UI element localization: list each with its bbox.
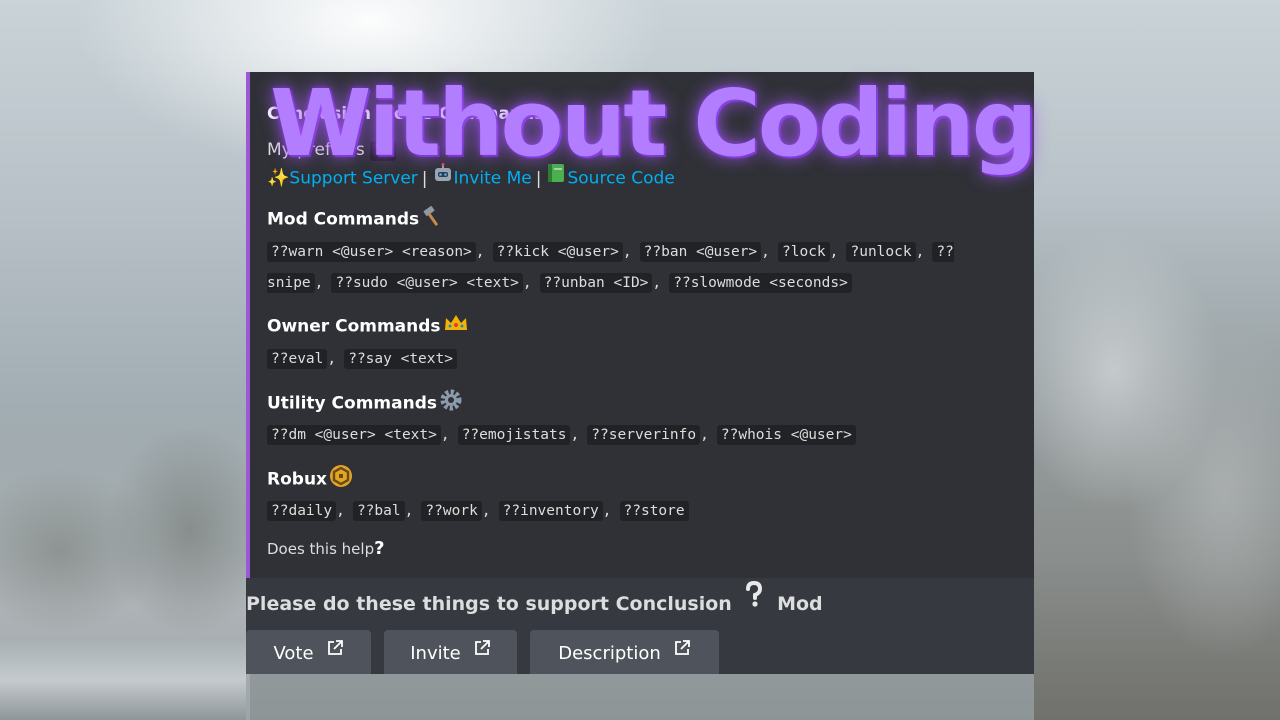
external-link-icon bbox=[473, 628, 491, 676]
support-message: Please do these things to support Conclu… bbox=[246, 578, 1034, 630]
command-code: ??inventory bbox=[498, 501, 603, 521]
command-code: ??sudo <@user> <text> bbox=[331, 273, 523, 293]
crown-icon bbox=[443, 312, 469, 341]
button-row: Vote Invite Description bbox=[246, 630, 1034, 674]
support-text-suffix: Mod bbox=[777, 593, 823, 615]
footer-text: Does this help bbox=[267, 540, 375, 558]
mod-commands-list: ??warn <@user> <reason>, ??kick <@user>,… bbox=[267, 242, 954, 293]
command-code: ?lock bbox=[778, 242, 830, 262]
external-link-icon bbox=[326, 628, 344, 676]
command-code: ??kick <@user> bbox=[492, 242, 623, 262]
hammer-icon bbox=[421, 205, 445, 234]
utility-commands-list: ??dm <@user> <text>, ??emojistats, ??ser… bbox=[267, 419, 1007, 450]
robux-title: Robux bbox=[267, 469, 328, 490]
vote-button-label: Vote bbox=[273, 643, 314, 664]
vote-button[interactable]: Vote bbox=[246, 630, 371, 674]
description-button-label: Description bbox=[558, 643, 661, 664]
invite-button-label: Invite bbox=[410, 643, 461, 664]
owner-commands-title: Owner Commands bbox=[267, 316, 441, 337]
command-code: ??warn <@user> <reason> bbox=[267, 242, 476, 262]
owner-commands-list: ??eval, ??say <text> bbox=[267, 343, 1007, 374]
command-code: ??unban <ID> bbox=[539, 273, 653, 293]
mod-commands-title: Mod Commands bbox=[267, 209, 420, 230]
robux-heading: Robux bbox=[267, 464, 1017, 490]
command-code: ??eval bbox=[267, 349, 328, 369]
command-code: ??dm <@user> <text> bbox=[267, 425, 441, 445]
embed-footer: Does this help? bbox=[267, 538, 1017, 560]
command-code: ??daily bbox=[267, 501, 337, 521]
gear-icon bbox=[439, 388, 463, 419]
question-mark-icon: ? bbox=[374, 538, 385, 559]
utility-commands-heading: Utility Commands bbox=[267, 388, 1017, 414]
command-code: ??bal bbox=[352, 501, 405, 521]
background-water bbox=[0, 640, 246, 720]
command-code: ??whois <@user> bbox=[716, 425, 856, 445]
mod-commands-heading: Mod Commands bbox=[267, 205, 1017, 230]
robux-commands-list: ??daily, ??bal, ??work, ??inventory, ??s… bbox=[267, 495, 1007, 526]
command-code: ??emojistats bbox=[457, 425, 571, 445]
invite-button[interactable]: Invite bbox=[384, 630, 517, 674]
support-text: Please do these things to support Conclu… bbox=[246, 593, 732, 615]
question-mark-icon bbox=[742, 576, 766, 628]
command-code: ?unlock bbox=[846, 242, 916, 262]
owner-commands-heading: Owner Commands bbox=[267, 312, 1017, 337]
external-link-icon bbox=[673, 628, 691, 676]
command-code: ??work bbox=[421, 501, 482, 521]
command-code: ??ban <@user> bbox=[639, 242, 762, 262]
utility-commands-title: Utility Commands bbox=[267, 393, 437, 414]
command-code: ??say <text> bbox=[344, 349, 457, 369]
overlay-title: Without Coding bbox=[270, 70, 1038, 177]
robux-coin-icon bbox=[329, 464, 353, 495]
background-trees-right bbox=[1034, 190, 1280, 720]
command-code: ??serverinfo bbox=[587, 425, 701, 445]
command-code: ??slowmode <seconds> bbox=[669, 273, 852, 293]
description-button[interactable]: Description bbox=[530, 630, 719, 674]
command-code: ??store bbox=[619, 501, 689, 521]
